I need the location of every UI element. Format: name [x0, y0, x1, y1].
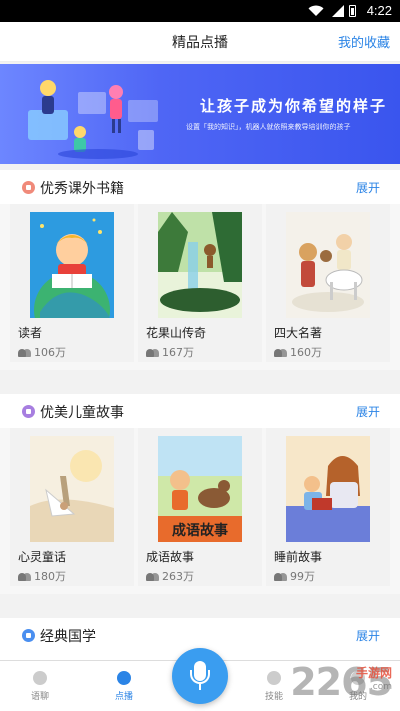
section-title: 经典国学 — [40, 629, 96, 645]
section-header: 优美儿童故事 展开 — [0, 394, 400, 428]
tab-on-demand[interactable]: 点播 — [94, 671, 154, 702]
play-count: 106万 — [18, 344, 66, 360]
book-card-huaguoshan[interactable]: 花果山传奇 167万 — [138, 204, 262, 362]
listeners-icon — [146, 349, 159, 357]
banner-slogan: 让孩子成为你希望的样子 — [200, 97, 388, 115]
book-card-idiom-stories[interactable]: 成语故事 成语故事 263万 — [138, 428, 262, 586]
book-card-four-classics[interactable]: 四大名著 160万 — [266, 204, 390, 362]
listeners-icon — [274, 573, 287, 581]
book-name: 心灵童话 — [18, 550, 67, 564]
book-cover-soul-fairytale — [30, 436, 114, 542]
banner-subline: 设置「我的知识」，机器人就依照来教导培训你的孩子 — [186, 123, 351, 131]
chat-icon — [33, 671, 47, 685]
tab-label: 点播 — [114, 692, 133, 702]
book-card-row: 心灵童话 180万 成语故事 成语故事 263万 睡前故事 99万 — [0, 428, 400, 594]
listeners-icon — [18, 349, 31, 357]
status-bar: 4:22 — [0, 0, 400, 22]
listeners-icon — [18, 573, 31, 581]
book-name: 四大名著 — [274, 326, 323, 340]
voice-mic-button[interactable] — [172, 648, 228, 704]
site-watermark: 2265 手游网 .com — [290, 660, 393, 704]
book-category-icon — [22, 181, 35, 194]
cover-title-text: 成语故事 — [172, 522, 228, 539]
expand-button[interactable]: 展开 — [356, 627, 380, 644]
book-card-bedtime-stories[interactable]: 睡前故事 99万 — [266, 428, 390, 586]
book-cover-four-classics — [286, 212, 370, 318]
play-count: 160万 — [274, 344, 322, 360]
listeners-icon — [146, 573, 159, 581]
section-header: 经典国学 展开 — [0, 618, 400, 652]
play-count: 263万 — [146, 568, 194, 584]
book-cover-bedtime-stories — [286, 436, 370, 542]
status-time: 4:22 — [366, 3, 392, 18]
book-card-row: 读者 106万 花果山传奇 167万 四大名著 160万 — [0, 204, 400, 370]
planet-icon — [117, 671, 131, 685]
skill-icon — [267, 671, 281, 685]
section-title: 优秀课外书籍 — [40, 181, 124, 197]
wifi-icon — [308, 5, 324, 16]
signal-icon — [332, 5, 344, 17]
book-name: 成语故事 — [146, 550, 195, 564]
section-header: 优秀课外书籍 展开 — [0, 170, 400, 204]
tab-label: 技能 — [264, 692, 283, 702]
banner-robots-illustration — [28, 80, 158, 159]
watermark-url: .com — [369, 682, 392, 692]
book-cover-huaguoshan — [158, 212, 242, 318]
book-cover-idiom-stories: 成语故事 — [158, 436, 242, 542]
play-count: 99万 — [274, 568, 315, 584]
watermark-site: 手游网 — [355, 666, 392, 680]
book-card-soul-fairytale[interactable]: 心灵童话 180万 — [10, 428, 134, 586]
classics-category-icon — [22, 629, 35, 642]
story-category-icon — [22, 405, 35, 418]
tab-label: 语聊 — [30, 692, 49, 702]
listeners-icon — [274, 349, 287, 357]
tab-chat[interactable]: 语聊 — [10, 671, 70, 702]
section-title: 优美儿童故事 — [40, 405, 124, 421]
section-extracurricular-books: 优秀课外书籍 展开 读者 106万 花果山传奇 167万 四大名著 160万 — [0, 170, 400, 370]
expand-button[interactable]: 展开 — [356, 179, 380, 196]
book-name: 花果山传奇 — [146, 326, 207, 340]
play-count: 180万 — [18, 568, 66, 584]
play-count: 167万 — [146, 344, 194, 360]
book-name: 睡前故事 — [274, 550, 323, 564]
book-card-reader[interactable]: 读者 106万 — [10, 204, 134, 362]
battery-icon — [349, 5, 356, 17]
app-header: 精品点播 我的收藏 — [0, 22, 400, 62]
my-favorites-link[interactable]: 我的收藏 — [338, 32, 390, 51]
expand-button[interactable]: 展开 — [356, 403, 380, 420]
book-cover-reader — [30, 212, 114, 318]
section-children-stories: 优美儿童故事 展开 心灵童话 180万 成语故事 成语故事 263万 睡前故事 … — [0, 394, 400, 594]
book-name: 读者 — [18, 326, 43, 340]
promo-banner[interactable]: 让孩子成为你希望的样子 设置「我的知识」，机器人就依照来教导培训你的孩子 — [0, 64, 400, 164]
